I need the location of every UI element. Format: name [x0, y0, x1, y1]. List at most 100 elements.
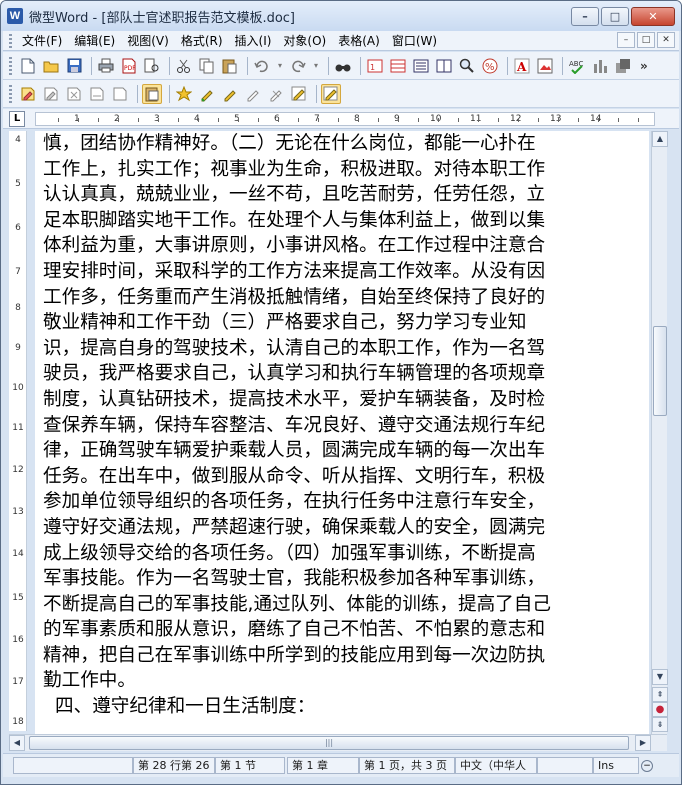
zoom-icon[interactable] — [457, 56, 477, 76]
document-line[interactable]: 驶员，我严格要求自己，认真学习和执行车辆管理的各项规章 — [43, 361, 639, 387]
document-line[interactable]: 查保养车辆，保持车容整洁、车况良好、遵守交通法规行车纪 — [43, 413, 639, 439]
doc-close-button[interactable]: ✕ — [657, 32, 675, 48]
maximize-button[interactable]: □ — [601, 7, 629, 26]
format-5-icon[interactable] — [110, 84, 130, 104]
shape-icon[interactable] — [613, 56, 633, 76]
preview-icon[interactable] — [142, 56, 162, 76]
tab-stop-selector[interactable]: L — [9, 111, 25, 127]
menu-insert[interactable]: 插入(I) — [229, 32, 278, 50]
document-line[interactable]: 成上级领导交给的各项任务。（四）加强军事训练，不断提高 — [43, 541, 639, 567]
menu-grip[interactable] — [9, 33, 12, 48]
document-line[interactable]: 律，正确驾驶车辆爱护乘载人员，圆满完成车辆的每一次出车 — [43, 438, 639, 464]
doc-minimize-button[interactable]: – — [617, 32, 635, 48]
copy-icon[interactable] — [197, 56, 217, 76]
document-line[interactable]: 军事技能。作为一名驾驶士官，我能积极参加各种军事训练， — [43, 566, 639, 592]
select-browse-object-button[interactable]: ● — [652, 702, 668, 717]
minimize-button[interactable]: – — [571, 7, 599, 26]
redo-dropdown-icon[interactable]: ▾ — [311, 56, 321, 76]
menu-window[interactable]: 窗口(W) — [386, 32, 443, 50]
document-page[interactable]: 慎，团结协作精神好。（二）无论在什么岗位，都能一心扑在 工作上，扎实工作；视事业为… — [35, 131, 649, 734]
vertical-scrollbar[interactable]: ▲ ▼ ⇞ ● ⇟ — [651, 131, 668, 734]
toolbar-grip[interactable] — [9, 84, 12, 103]
document-line[interactable]: 遵守好交通法规，严禁超速行驶，确保乘载人的安全，圆满完 — [43, 515, 639, 541]
highlight-3-icon[interactable] — [220, 84, 240, 104]
insert-mode-indicator[interactable]: Ins — [593, 757, 639, 774]
format-2-icon[interactable] — [41, 84, 61, 104]
horizontal-scrollbar[interactable]: ◀ ||| ▶ — [9, 734, 667, 751]
format-4-icon[interactable] — [87, 84, 107, 104]
menu-object[interactable]: 对象(O) — [277, 32, 332, 50]
document-line[interactable]: 参加单位领导组织的各项任务，在执行任务中注意行车安全， — [43, 489, 639, 515]
page-2-icon[interactable] — [434, 56, 454, 76]
document-line[interactable]: 识，提高自身的驾驶技术，认清自己的本职工作，作为一名驾 — [43, 336, 639, 362]
scroll-left-button[interactable]: ◀ — [9, 735, 25, 751]
cut-icon[interactable] — [174, 56, 194, 76]
vertical-scroll-thumb[interactable] — [653, 326, 667, 416]
document-line[interactable]: 的军事素质和服从意识，磨练了自己不怕苦、不怕累的意志和 — [43, 617, 639, 643]
previous-page-button[interactable]: ⇞ — [652, 687, 668, 702]
menu-format[interactable]: 格式(R) — [175, 32, 229, 50]
percent-icon[interactable]: % — [480, 56, 500, 76]
highlight-4-icon[interactable] — [243, 84, 263, 104]
paste-icon[interactable] — [220, 56, 240, 76]
zoom-out-icon[interactable]: − — [641, 759, 653, 772]
menu-file[interactable]: 文件(F) — [16, 32, 68, 50]
menu-view[interactable]: 视图(V) — [121, 32, 175, 50]
document-line[interactable]: 认认真真，兢兢业业，一丝不苟，且吃苦耐劳，任劳任怨，立 — [43, 182, 639, 208]
close-button[interactable]: ✕ — [631, 7, 675, 26]
table-2-icon[interactable] — [388, 56, 408, 76]
document-line[interactable]: 勤工作中。 — [43, 668, 639, 694]
document-line[interactable]: 制度，认真钻研技术，提高技术水平，爱护车辆装备，及时检 — [43, 387, 639, 413]
page-icon[interactable] — [411, 56, 431, 76]
menu-table[interactable]: 表格(A) — [332, 32, 386, 50]
zoom-control[interactable]: − — [641, 757, 675, 774]
find-icon[interactable] — [333, 56, 353, 76]
format-3-icon[interactable] — [64, 84, 84, 104]
section-heading[interactable]: 四、遵守纪律和一日生活制度： — [43, 694, 639, 720]
edit-2-icon[interactable] — [289, 84, 309, 104]
chart-icon[interactable] — [590, 56, 610, 76]
print-icon[interactable] — [96, 56, 116, 76]
document-line[interactable]: 敬业精神和工作干劲（三）严格要求自己，努力学习专业知 — [43, 310, 639, 336]
highlight-2-icon[interactable] — [197, 84, 217, 104]
document-line[interactable]: 任务。在出车中，做到服从命令、听从指挥、文明行车，积极 — [43, 464, 639, 490]
edit-1-icon[interactable] — [266, 84, 286, 104]
doc-restore-button[interactable]: □ — [637, 32, 655, 48]
document-line[interactable]: 理安排时间，采取科学的工作方法来提高工作效率。从没有因 — [43, 259, 639, 285]
document-line[interactable]: 工作上，扎实工作；视事业为生命，积极进取。对待本职工作 — [43, 157, 639, 183]
scroll-right-button[interactable]: ▶ — [635, 735, 651, 751]
format-1-icon[interactable] — [18, 84, 38, 104]
save-icon[interactable] — [64, 56, 84, 76]
next-page-button[interactable]: ⇟ — [652, 717, 668, 732]
new-doc-icon[interactable] — [18, 56, 38, 76]
scroll-up-button[interactable]: ▲ — [652, 131, 668, 147]
menu-edit[interactable]: 编辑(E) — [68, 32, 121, 50]
scroll-down-button[interactable]: ▼ — [652, 669, 668, 685]
text-color-icon[interactable]: A — [512, 56, 532, 76]
track-changes-icon[interactable] — [321, 83, 341, 104]
document-line[interactable]: 体利益为重，大事讲原则，小事讲风格。在工作过程中注意合 — [43, 233, 639, 259]
pdf-icon[interactable]: PDF — [119, 56, 139, 76]
document-text[interactable]: 慎，团结协作精神好。（二）无论在什么岗位，都能一心扑在 工作上，扎实工作；视事业为… — [43, 131, 639, 720]
undo-icon[interactable] — [252, 56, 272, 76]
table-1-icon[interactable]: 1 — [365, 56, 385, 76]
document-line[interactable]: 精神，把自己在军事训练中所学到的技能应用到每一次边防执 — [43, 643, 639, 669]
vertical-ruler[interactable]: 4 5 6 7 8 9 10 11 12 13 14 15 16 17 18 — [9, 131, 27, 731]
open-icon[interactable] — [41, 56, 61, 76]
toolbar-overflow-button[interactable]: » — [640, 59, 648, 73]
document-line[interactable]: 慎，团结协作精神好。（二）无论在什么岗位，都能一心扑在 — [43, 131, 639, 157]
highlight-1-icon[interactable] — [174, 84, 194, 104]
redo-icon[interactable] — [288, 56, 308, 76]
document-line[interactable]: 足本职脚踏实地干工作。在处理个人与集体利益上，做到以集 — [43, 208, 639, 234]
undo-dropdown-icon[interactable]: ▾ — [275, 56, 285, 76]
document-line[interactable]: 不断提高自己的军事技能,通过队列、体能的训练，提高了自己 — [43, 592, 639, 618]
clipboard-icon[interactable] — [142, 83, 162, 104]
word-app-icon[interactable]: W — [7, 8, 23, 24]
document-line[interactable]: 工作多，任务重而产生消极抵触情绪，自始至终保持了良好的 — [43, 285, 639, 311]
horizontal-ruler[interactable]: 1 2 3 4 5 6 7 8 9 10 11 12 13 14 — [35, 112, 655, 126]
status-language[interactable]: 中文（中华人 — [455, 757, 537, 774]
image-icon[interactable] — [535, 56, 555, 76]
title-bar[interactable]: W 微型Word - [部队士官述职报告范文模板.doc] – □ ✕ — [1, 1, 681, 31]
horizontal-scroll-thumb[interactable]: ||| — [29, 736, 629, 750]
spellcheck-icon[interactable]: ABC — [567, 56, 587, 76]
